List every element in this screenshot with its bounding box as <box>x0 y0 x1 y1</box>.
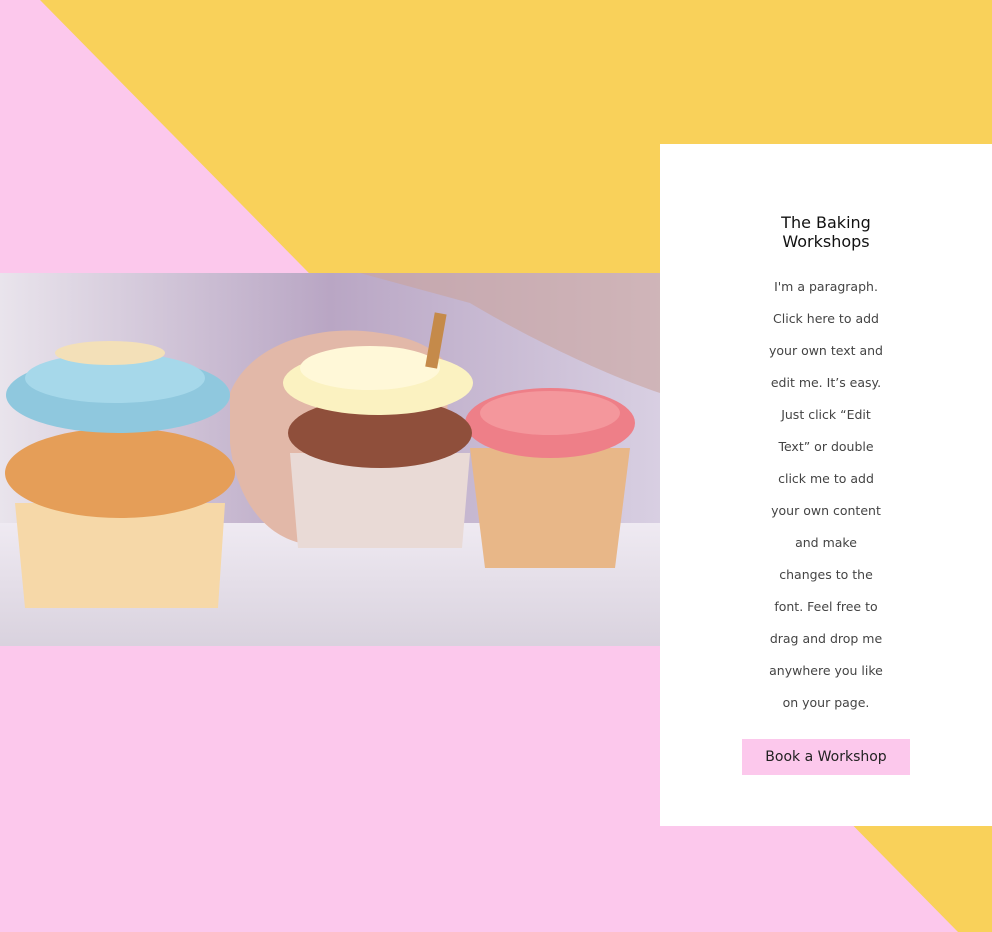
workshop-info-card: The Baking Workshops I'm a paragraph. Cl… <box>660 144 992 826</box>
book-workshop-button[interactable]: Book a Workshop <box>742 739 910 775</box>
card-title: The Baking Workshops <box>781 213 871 251</box>
card-paragraph[interactable]: I'm a paragraph. Click here to add your … <box>761 271 891 719</box>
hero-image <box>0 273 660 646</box>
page: The Baking Workshops I'm a paragraph. Cl… <box>0 0 992 932</box>
cupcakes-image <box>0 273 660 646</box>
